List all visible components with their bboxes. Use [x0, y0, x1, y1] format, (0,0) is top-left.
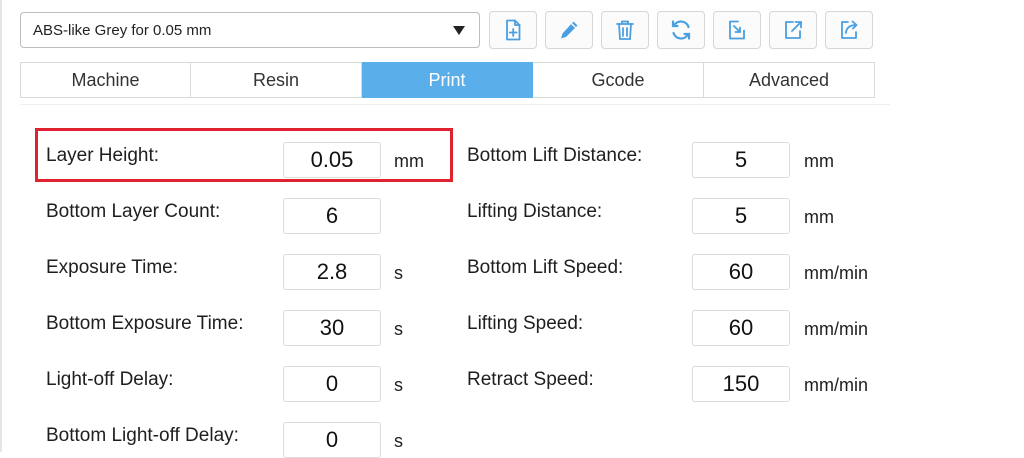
import-profile-button[interactable]	[713, 11, 761, 49]
share-profile-button[interactable]	[825, 11, 873, 49]
file-plus-icon	[506, 19, 521, 41]
settings-tabs: Machine Resin Print Gcode Advanced	[20, 62, 875, 98]
import-icon	[729, 20, 745, 40]
profile-dropdown[interactable]: ABS-like Grey for 0.05 mm	[20, 12, 480, 48]
new-profile-button[interactable]	[489, 11, 537, 49]
tab-advanced[interactable]: Advanced	[704, 62, 875, 98]
left-border	[0, 0, 2, 452]
lifting-distance-label: Lifting Distance:	[467, 201, 603, 222]
lifting-speed-label: Lifting Speed:	[467, 313, 584, 334]
bottom-light-off-delay-unit: s	[394, 431, 403, 451]
pencil-icon	[561, 21, 578, 39]
light-off-delay-label: Light-off Delay:	[46, 369, 174, 390]
chevron-down-icon	[453, 26, 465, 35]
share-icon	[841, 20, 858, 39]
trash-icon	[616, 20, 634, 40]
delete-profile-button[interactable]	[601, 11, 649, 49]
lifting-speed-input[interactable]: 60	[692, 310, 790, 346]
bottom-lift-speed-unit: mm/min	[804, 263, 868, 283]
bottom-lift-distance-label: Bottom Lift Distance:	[467, 145, 643, 166]
exposure-time-label: Exposure Time:	[46, 257, 178, 278]
bottom-exposure-time-label: Bottom Exposure Time:	[46, 313, 244, 334]
light-off-delay-unit: s	[394, 375, 403, 395]
bottom-exposure-time-unit: s	[394, 319, 403, 339]
lifting-speed-unit: mm/min	[804, 319, 868, 339]
lifting-distance-unit: mm	[804, 207, 834, 227]
exposure-time-unit: s	[394, 263, 403, 283]
bottom-light-off-delay-input[interactable]: 0	[283, 422, 381, 458]
bottom-lift-distance-input[interactable]: 5	[692, 142, 790, 178]
bottom-lift-distance-unit: mm	[804, 151, 834, 171]
layer-height-unit: mm	[394, 151, 424, 171]
export-profile-button[interactable]	[769, 11, 817, 49]
bottom-layer-count-input[interactable]: 6	[283, 198, 381, 234]
profile-toolbar	[489, 11, 873, 49]
export-icon	[785, 21, 802, 39]
bottom-lift-speed-label: Bottom Lift Speed:	[467, 257, 624, 278]
bottom-exposure-time-input[interactable]: 30	[283, 310, 381, 346]
layer-height-input[interactable]: 0.05	[283, 142, 381, 178]
tab-machine[interactable]: Machine	[20, 62, 191, 98]
tab-gcode[interactable]: Gcode	[533, 62, 704, 98]
refresh-icon	[671, 20, 691, 40]
lifting-distance-input[interactable]: 5	[692, 198, 790, 234]
bottom-lift-speed-input[interactable]: 60	[692, 254, 790, 290]
exposure-time-input[interactable]: 2.8	[283, 254, 381, 290]
edit-profile-button[interactable]	[545, 11, 593, 49]
bottom-layer-count-label: Bottom Layer Count:	[46, 201, 221, 222]
light-off-delay-input[interactable]: 0	[283, 366, 381, 402]
profile-dropdown-value: ABS-like Grey for 0.05 mm	[33, 21, 212, 39]
tab-resin[interactable]: Resin	[191, 62, 362, 98]
retract-speed-input[interactable]: 150	[692, 366, 790, 402]
tabs-divider	[20, 104, 890, 105]
tab-print[interactable]: Print	[362, 62, 533, 98]
bottom-light-off-delay-label: Bottom Light-off Delay:	[46, 425, 239, 446]
layer-height-label: Layer Height:	[46, 145, 160, 166]
retract-speed-unit: mm/min	[804, 375, 868, 395]
retract-speed-label: Retract Speed:	[467, 369, 594, 390]
refresh-profile-button[interactable]	[657, 11, 705, 49]
